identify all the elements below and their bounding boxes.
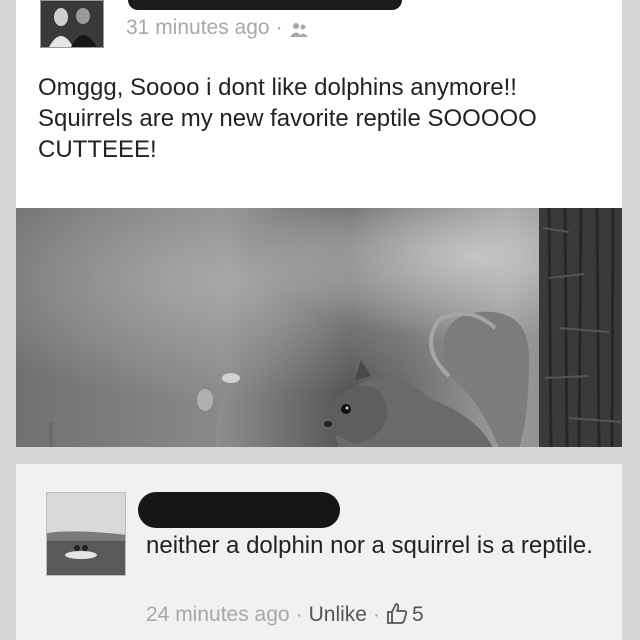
meta-separator: ·	[295, 603, 303, 626]
post-timestamp[interactable]: 31 minutes ago	[126, 16, 270, 39]
meta-separator: ·	[275, 16, 283, 39]
redacted-commenter-name	[138, 492, 340, 528]
post-card: 31 minutes ago · Omggg, Soooo i dont like…	[16, 0, 622, 447]
post-meta: 31 minutes ago ·	[126, 16, 309, 40]
comment-timestamp[interactable]: 24 minutes ago	[146, 603, 290, 626]
comment-card: neither a dolphin nor a squirrel is a re…	[16, 464, 622, 640]
commenter-avatar[interactable]	[46, 492, 126, 576]
unlike-link[interactable]: Unlike	[309, 603, 367, 626]
post-text: Omggg, Soooo i dont like dolphins anymor…	[38, 74, 537, 163]
thumbs-up-icon[interactable]	[386, 602, 408, 624]
comment-meta: 24 minutes ago · Unlike · 5	[146, 602, 424, 627]
comment-text: neither a dolphin nor a squirrel is a re…	[146, 532, 593, 559]
squirrel-photo[interactable]	[16, 208, 622, 447]
friends-icon[interactable]	[289, 20, 309, 38]
redacted-author-name	[128, 0, 402, 10]
meta-separator: ·	[372, 603, 380, 626]
like-count[interactable]: 5	[412, 603, 424, 626]
post-author-avatar[interactable]	[40, 0, 104, 48]
